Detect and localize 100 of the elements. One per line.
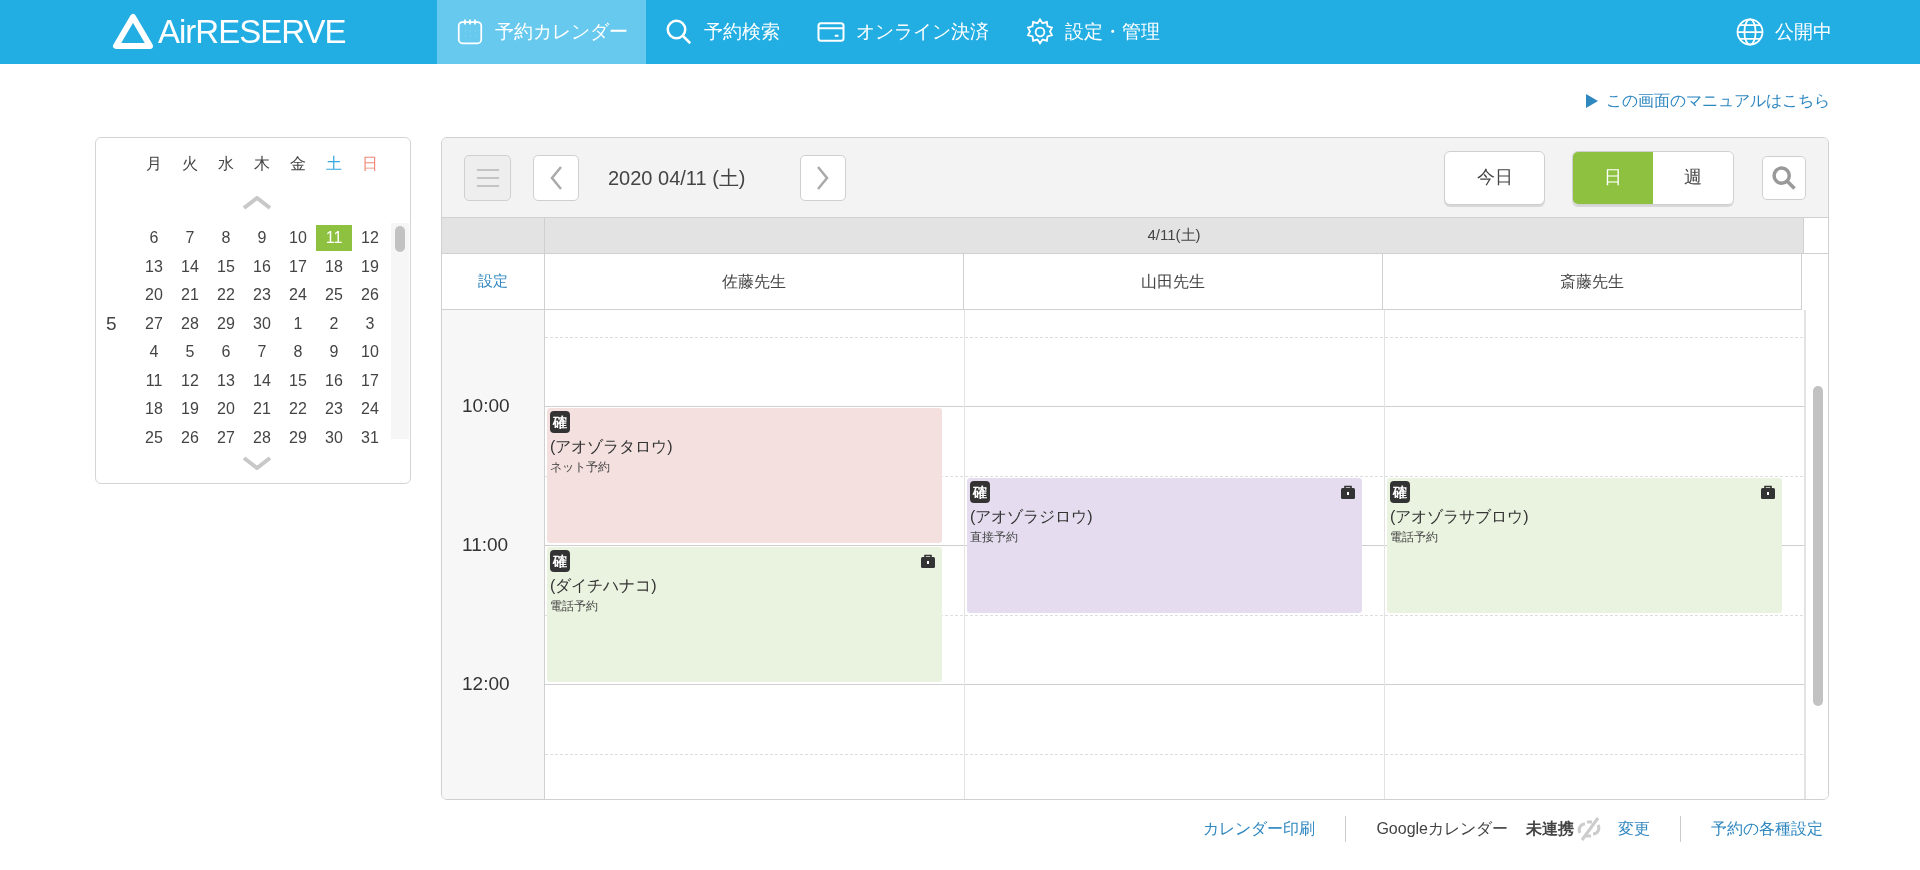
customer-name: (アオゾラタロウ): [550, 437, 674, 457]
change-link[interactable]: 変更: [1618, 817, 1650, 841]
calendar-day[interactable]: 11: [136, 367, 172, 394]
booking-source: 直接予約: [970, 528, 1019, 546]
settings-link[interactable]: 設定: [478, 270, 508, 293]
calendar-day[interactable]: 15: [280, 367, 316, 394]
search-icon: [1770, 163, 1798, 192]
calendar-day[interactable]: 24: [352, 396, 388, 423]
chevron-right-icon: [816, 164, 830, 191]
calendar-day[interactable]: 18: [316, 253, 352, 280]
calendar-day[interactable]: 13: [136, 253, 172, 280]
calendar-day[interactable]: 4: [136, 339, 172, 366]
print-link[interactable]: カレンダー印刷: [1203, 817, 1316, 841]
calendar-day[interactable]: 10: [352, 339, 388, 366]
calendar-day[interactable]: 29: [280, 424, 316, 451]
calendar-day[interactable]: 23: [316, 396, 352, 423]
calendar-day[interactable]: 21: [172, 282, 208, 309]
globe-icon: [1735, 17, 1765, 47]
calendar-day[interactable]: 19: [352, 253, 388, 280]
calendar-day[interactable]: 8: [208, 225, 244, 252]
calendar-day[interactable]: 27: [136, 310, 172, 337]
booking-source: 電話予約: [550, 598, 599, 615]
calendar-icon: [455, 17, 485, 47]
calendar-day[interactable]: 12: [172, 367, 208, 394]
weekday-label: 火: [181, 154, 199, 174]
calendar-day[interactable]: 20: [136, 282, 172, 309]
month-label: 5: [106, 312, 117, 334]
calendar-day[interactable]: 27: [208, 424, 244, 451]
calendar-day[interactable]: 28: [244, 424, 280, 451]
calendar-day[interactable]: 18: [136, 396, 172, 423]
calendar-day[interactable]: 10: [280, 225, 316, 252]
logo-mark-icon: [112, 13, 154, 51]
calendar-day[interactable]: 12: [352, 225, 388, 252]
reservation-card[interactable]: 確 (ダイチハナコ) 電話予約: [547, 547, 942, 682]
calendar-day[interactable]: 9: [244, 225, 280, 252]
calendar-day[interactable]: 26: [172, 424, 208, 451]
view-toggle[interactable]: 週: [1653, 151, 1733, 204]
calendar-day[interactable]: 23: [244, 282, 280, 309]
calendar-day[interactable]: 7: [244, 339, 280, 366]
calendar-day[interactable]: 20: [208, 396, 244, 423]
weekday-label: 日: [361, 154, 379, 174]
calendar-day[interactable]: 16: [244, 253, 280, 280]
calendar-day[interactable]: 17: [352, 367, 388, 394]
calendar-day[interactable]: 2: [316, 310, 352, 337]
previous-button[interactable]: [533, 154, 579, 201]
scrollbar-thumb[interactable]: [1813, 386, 1823, 706]
reservation-card[interactable]: 確 (アオゾラサブロウ) 電話予約: [1387, 477, 1782, 613]
booking-source: ネット予約: [550, 459, 611, 476]
calendar-day[interactable]: 5: [172, 339, 208, 366]
confirmed-badge: 確: [550, 550, 570, 572]
chevron-down-icon[interactable]: [242, 456, 272, 470]
reservation-card[interactable]: 確 (アオゾラタロウ) ネット予約: [547, 408, 942, 543]
today-button[interactable]: 今日: [1444, 150, 1545, 205]
weekday-label: 土: [325, 154, 343, 174]
calendar-day[interactable]: 6: [208, 339, 244, 366]
calendar-day[interactable]: 17: [280, 253, 316, 280]
customer-name: (アオゾラジロウ): [970, 506, 1094, 527]
calendar-day[interactable]: 13: [208, 367, 244, 394]
staff-column-header: 斎藤先生: [1383, 254, 1802, 310]
calendar-day[interactable]: 31: [352, 424, 388, 451]
search-button[interactable]: [1762, 155, 1806, 200]
calendar-day[interactable]: 22: [208, 282, 244, 309]
calendar-day[interactable]: 25: [316, 282, 352, 309]
bag-lock-icon: [920, 553, 936, 569]
calendar-day[interactable]: 24: [280, 282, 316, 309]
customer-name: (アオゾラサブロウ): [1390, 506, 1530, 527]
calendar-day[interactable]: 1: [280, 310, 316, 337]
calendar-day[interactable]: 21: [244, 396, 280, 423]
staff-column-header: 佐藤先生: [545, 254, 964, 310]
google-calendar-label: Googleカレンダー: [1376, 819, 1508, 839]
weekday-label: 月: [145, 154, 163, 174]
calendar-day[interactable]: 30: [244, 310, 280, 337]
chevron-up-icon[interactable]: [242, 196, 272, 210]
calendar-day[interactable]: 6: [136, 225, 172, 252]
bag-lock-icon: [1760, 483, 1776, 500]
next-button[interactable]: [800, 154, 846, 201]
manual-link[interactable]: この画面のマニュアルはこちら: [1586, 90, 1830, 112]
calendar-day[interactable]: 22: [280, 396, 316, 423]
calendar-day[interactable]: 14: [244, 367, 280, 394]
calendar-day[interactable]: 9: [316, 339, 352, 366]
menu-button[interactable]: [464, 154, 511, 201]
calendar-day[interactable]: 29: [208, 310, 244, 337]
booking-source: 電話予約: [1390, 528, 1439, 546]
calendar-day[interactable]: 16: [316, 367, 352, 394]
scrollbar-thumb[interactable]: [395, 226, 405, 252]
calendar-day[interactable]: 19: [172, 396, 208, 423]
date-header: 4/11(土): [545, 218, 1804, 253]
calendar-day[interactable]: 15: [208, 253, 244, 280]
calendar-day[interactable]: 8: [280, 339, 316, 366]
reservation-card[interactable]: 確 (アオゾラジロウ) 直接予約: [967, 477, 1362, 613]
calendar-day[interactable]: 28: [172, 310, 208, 337]
weekday-label: 水: [217, 154, 235, 174]
calendar-day[interactable]: 3: [352, 310, 388, 337]
calendar-day[interactable]: 7: [172, 225, 208, 252]
calendar-day[interactable]: 25: [136, 424, 172, 451]
calendar-day[interactable]: 30: [316, 424, 352, 451]
calendar-day[interactable]: 14: [172, 253, 208, 280]
reservation-settings-link[interactable]: 予約の各種設定: [1711, 817, 1823, 841]
settings-icon: [1025, 17, 1055, 47]
calendar-day[interactable]: 26: [352, 282, 388, 309]
